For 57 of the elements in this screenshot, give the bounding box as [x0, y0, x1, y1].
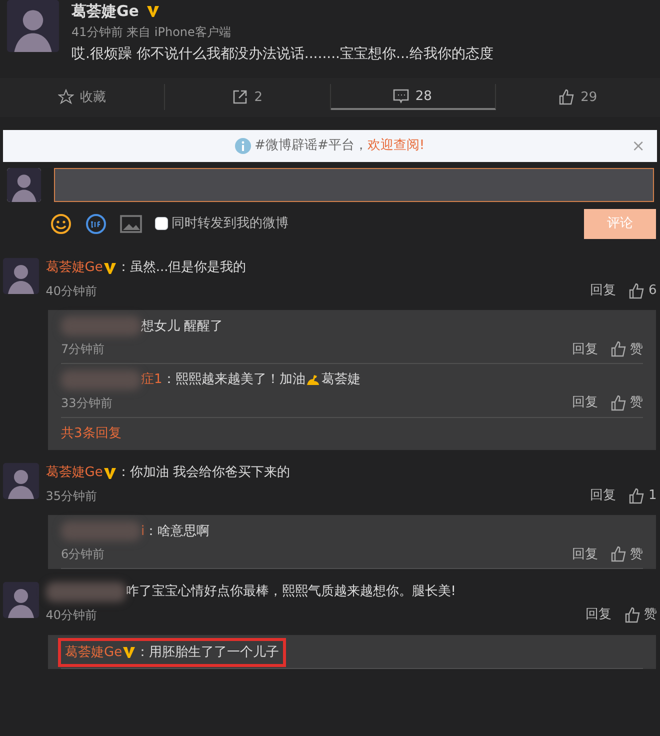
user-link[interactable]: 葛荟婕Ge	[65, 644, 122, 660]
thumbs-up-icon	[624, 607, 640, 623]
post-meta: 41分钟前 来自 iPhone客户端	[72, 24, 232, 40]
thumbs-up-icon	[610, 395, 627, 411]
post-text: 哎.很烦躁 你不说什么我都没办法说话........宝宝想你...给我你的态度	[72, 44, 494, 64]
like-button[interactable]: 赞	[624, 605, 657, 625]
like-button[interactable]: 赞	[610, 340, 643, 359]
comment-text: 葛荟婕Ge ：虽然...但是你是我的	[46, 259, 246, 278]
comment-text: 葛荟婕Ge ：你加油 我会给你爸买下来的	[46, 464, 290, 482]
thumbs-up-icon	[558, 89, 575, 106]
thumbs-up-icon	[629, 282, 646, 299]
gif-button[interactable]	[85, 212, 107, 235]
reply-text: 葛荟婕	[321, 371, 360, 390]
reply-link[interactable]: 回复	[572, 393, 598, 413]
reply-time: 7分钟前	[61, 341, 105, 358]
more-replies-link[interactable]: 共3条回复	[61, 418, 643, 450]
reply-link[interactable]: 回复	[590, 281, 616, 300]
thumbs-up-icon	[610, 546, 627, 562]
emoji-button[interactable]	[50, 212, 72, 235]
like-button[interactable]: 1	[629, 486, 657, 506]
checkbox-label: 同时转发到我的微博	[171, 215, 288, 233]
reply-text: 症1：熙熙越来越美了！加油	[141, 371, 306, 390]
comment-icon	[393, 88, 410, 104]
like-button[interactable]: 赞	[610, 393, 643, 413]
user-link[interactable]: 症1	[141, 372, 162, 388]
reply-text: i：啥意思啊	[141, 522, 210, 540]
comment-time: 40分钟前	[46, 607, 98, 624]
reply-text: 葛荟婕Ge ：用胚胎生了了一个儿子	[61, 640, 284, 664]
like-button[interactable]: 29	[496, 84, 660, 110]
reply-time: 33分钟前	[61, 395, 112, 412]
reply-text: 想女儿 醒醒了	[141, 318, 224, 336]
like-button[interactable]: 赞	[610, 544, 643, 564]
image-button[interactable]	[120, 214, 142, 234]
comment-time: 40分钟前	[46, 282, 98, 300]
repost-checkbox[interactable]	[155, 217, 168, 230]
reply-link[interactable]: 回复	[572, 340, 598, 359]
comment-input[interactable]	[54, 168, 654, 202]
share-icon	[232, 89, 248, 106]
notice-text: #微博辟谣#平台，欢迎查阅!	[254, 137, 425, 155]
thumbs-up-icon	[610, 341, 627, 358]
comment-time: 35分钟前	[46, 488, 98, 505]
user-link[interactable]: 葛荟婕Ge	[46, 260, 103, 276]
avatar	[6, 168, 40, 202]
user-link[interactable]: 葛荟婕Ge	[46, 465, 103, 480]
comment-text: 咋了宝宝心情好点你最棒，熙熙气质越来越想你。腿长美!	[126, 583, 456, 602]
favorite-button[interactable]: 收藏	[0, 84, 166, 110]
reply-link[interactable]: 回复	[586, 605, 612, 625]
comment-button[interactable]: 28	[330, 84, 496, 110]
like-button[interactable]: 6	[629, 281, 657, 300]
repost-button[interactable]: 2	[165, 84, 330, 110]
reply-link[interactable]: 回复	[590, 486, 616, 506]
author-name[interactable]: 葛荟婕Ge	[72, 0, 139, 22]
reply-link[interactable]: 回复	[572, 544, 598, 564]
reply-time: 6分钟前	[61, 546, 105, 564]
info-icon	[235, 138, 252, 154]
thumbs-up-icon	[629, 488, 646, 504]
star-icon	[58, 89, 74, 106]
